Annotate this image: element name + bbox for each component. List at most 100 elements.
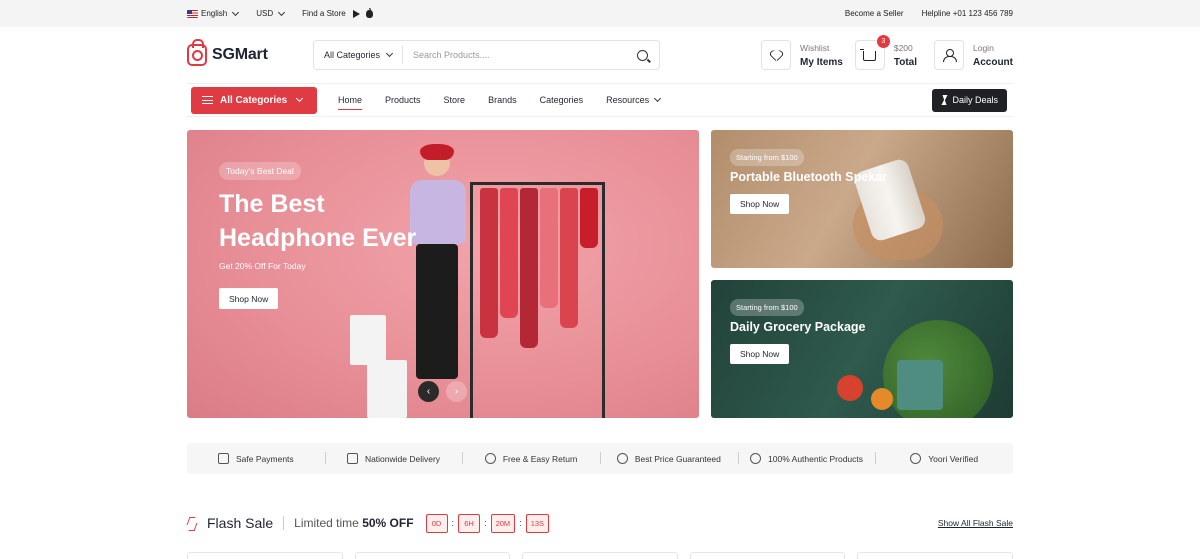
hero-pill: Today's Best Deal — [219, 162, 301, 180]
feature-label: Best Price Guaranteed — [634, 453, 721, 464]
flash-bolt-icon — [187, 517, 196, 530]
hero-title: The Best Headphone Ever — [219, 190, 417, 252]
search-icon[interactable] — [637, 49, 648, 61]
helpline-text: Helpline +01 123 456 789 — [921, 9, 1013, 18]
feature-label: Free & Easy Return — [502, 453, 578, 464]
nav-categories[interactable]: Categories — [540, 83, 584, 117]
find-store-link[interactable]: Find a Store — [302, 9, 346, 18]
orange-veg-image — [871, 388, 893, 410]
logo-bag-icon — [187, 39, 207, 66]
shopping-bag-image — [367, 360, 407, 418]
menu-icon — [202, 96, 213, 104]
account-icon-box[interactable] — [934, 40, 964, 70]
hero-section: Today's Best Deal The Best Headphone Eve… — [187, 130, 1013, 418]
product-card[interactable] — [187, 552, 343, 559]
return-icon — [484, 453, 496, 464]
become-seller-link[interactable]: Become a Seller — [845, 9, 904, 18]
cart[interactable]: 3 $200 Total — [854, 35, 917, 70]
feature-label: Nationwide Delivery — [364, 453, 441, 464]
truck-icon — [346, 453, 358, 464]
wishlist-icon-box[interactable] — [761, 40, 792, 70]
promo-pill: Starting from $100 — [730, 299, 804, 316]
nav-products[interactable]: Products — [385, 83, 421, 117]
promo-shop-now-button[interactable]: Shop Now — [730, 194, 790, 214]
cart-icon — [860, 49, 877, 61]
chevron-down-icon — [232, 8, 240, 16]
nav-store[interactable]: Store — [444, 83, 466, 117]
tomato-image — [837, 375, 863, 401]
logo-text: SGMart — [212, 46, 268, 63]
timer-separator: : — [519, 518, 522, 528]
feature-label: Safe Payments — [236, 453, 294, 464]
carousel-next-button[interactable]: › — [446, 381, 467, 402]
search-category-label: All Categories — [324, 50, 381, 60]
bolt-icon — [941, 95, 947, 105]
hero-subtitle: Get 20% Off For Today — [219, 261, 306, 271]
wishlist[interactable]: Wishlist My Items — [761, 40, 843, 70]
wishlist-label: Wishlist — [800, 42, 830, 53]
payment-icon — [218, 453, 230, 464]
features-bar: Safe Payments Nationwide Delivery Free &… — [187, 443, 1013, 474]
timer-hours: 6H — [458, 513, 481, 533]
apple-icon[interactable] — [365, 7, 373, 18]
account-label: Account — [973, 56, 1013, 68]
nav-brands[interactable]: Brands — [488, 83, 517, 117]
flash-sale-header: Flash Sale Limited time 50% OFF 0D : 6H … — [187, 510, 1013, 536]
limited-prefix: Limited time — [294, 516, 359, 530]
language-selector[interactable]: English — [187, 8, 240, 18]
nav-resources-label: Resources — [606, 95, 650, 105]
daily-deals-button[interactable]: Daily Deals — [932, 88, 1007, 112]
currency-label: USD — [256, 9, 274, 18]
all-categories-label: All Categories — [220, 94, 288, 106]
wishlist-items: My Items — [800, 56, 843, 68]
login-label: Login — [973, 42, 994, 53]
daily-deals-label: Daily Deals — [952, 95, 998, 105]
promo-card-grocery[interactable]: Starting from $100 Daily Grocery Package… — [711, 280, 1013, 418]
cart-total-label: Total — [893, 56, 917, 68]
feature-authentic: 100% Authentic Products — [737, 452, 876, 464]
search-input[interactable] — [403, 50, 637, 60]
timer-days: 0D — [425, 513, 448, 533]
find-store: Find a Store — [302, 7, 373, 18]
hero-shop-now-button[interactable]: Shop Now — [219, 288, 279, 309]
shopping-bag-image — [350, 315, 386, 365]
show-all-flash-sale-link[interactable]: Show All Flash Sale — [938, 518, 1013, 528]
top-bar: English USD Find a Store Become a Seller… — [0, 0, 1200, 27]
account[interactable]: Login Account — [934, 40, 1013, 70]
currency-selector[interactable]: USD — [256, 8, 286, 18]
product-card[interactable] — [689, 552, 846, 559]
header: SGMart All Categories Wishlist My Items — [0, 27, 1200, 83]
nav-home[interactable]: Home — [338, 83, 363, 117]
cart-icon-box[interactable]: 3 — [854, 35, 890, 70]
timer-separator: : — [484, 518, 487, 528]
promo-shop-now-button[interactable]: Shop Now — [730, 344, 790, 364]
chevron-down-icon — [385, 49, 394, 58]
promo-title: Daily Grocery Package — [730, 320, 866, 334]
feature-label: Yoori Verified — [928, 453, 979, 464]
google-play-icon[interactable] — [352, 9, 360, 18]
limited-offer: 50% OFF — [362, 516, 414, 530]
clothing-rack-image — [470, 170, 610, 418]
flash-sale-title: Flash Sale — [207, 515, 274, 531]
promo-card-speaker[interactable]: Starting from $100 Portable Bluetooth Sp… — [711, 130, 1013, 268]
search-category-select[interactable]: All Categories — [314, 46, 404, 64]
product-card[interactable] — [354, 552, 511, 559]
timer-separator: : — [451, 518, 455, 528]
language-label: English — [201, 9, 228, 18]
product-card[interactable] — [857, 552, 1013, 559]
nav-resources[interactable]: Resources — [606, 83, 662, 117]
chevron-down-icon — [654, 94, 662, 103]
timer-minutes: 20M — [490, 513, 516, 533]
chevron-down-icon — [278, 8, 286, 16]
logo[interactable]: SGMart — [187, 39, 313, 66]
feature-delivery: Nationwide Delivery — [324, 452, 463, 464]
timer-seconds: 13S — [525, 513, 550, 533]
chevron-right-icon: › — [454, 386, 459, 397]
product-card[interactable] — [522, 552, 678, 559]
countdown-timer: 0D : 6H : 20M : 13S — [425, 513, 550, 533]
feature-best-price: Best Price Guaranteed — [600, 452, 738, 464]
us-flag-icon — [187, 9, 198, 18]
hero-banner: Today's Best Deal The Best Headphone Eve… — [187, 130, 699, 418]
carousel-prev-button[interactable]: ‹ — [418, 381, 439, 402]
all-categories-button[interactable]: All Categories — [191, 86, 317, 114]
